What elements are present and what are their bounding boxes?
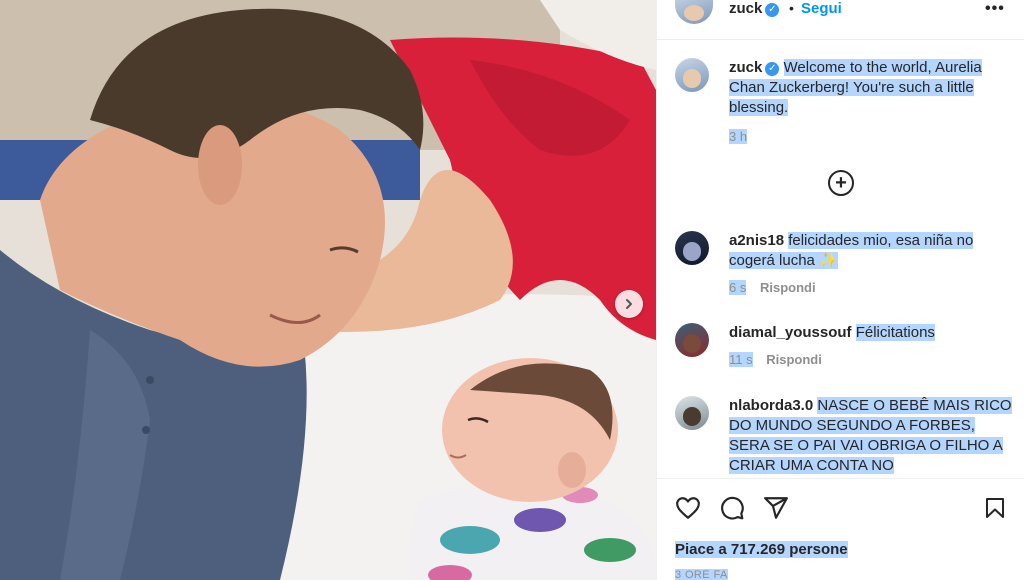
like-button[interactable] (675, 495, 701, 526)
share-button[interactable] (763, 495, 789, 526)
comment-username[interactable]: diamal_youssouf (729, 324, 852, 341)
caption-body: zuck ✓ Welcome to the world, Aurelia Chan… (729, 58, 1015, 147)
verified-badge-icon: ✓ (765, 62, 780, 76)
likes-count-text[interactable]: Piace a 717.269 persone (675, 541, 848, 558)
comment-text: Félicitations (855, 324, 935, 341)
reply-button[interactable]: Rispondi (760, 280, 816, 295)
post-timestamp-text[interactable]: 3 ORE FA (675, 569, 728, 580)
post-timestamp[interactable]: 3 ORE FA (675, 569, 728, 580)
verified-badge-icon: ✓ (765, 3, 780, 17)
share-icon (764, 497, 788, 519)
follow-button[interactable]: Segui (801, 0, 842, 17)
comment-body: diamal_youssouf Félicitations 11 s Rispo… (729, 323, 1015, 370)
likes-count[interactable]: Piace a 717.269 persone (675, 541, 848, 558)
caption-username-text[interactable]: zuck (729, 59, 762, 76)
author-username[interactable]: zuck ✓ (729, 0, 780, 17)
load-more-comments-button[interactable]: + (828, 170, 854, 196)
bookmark-icon (986, 498, 1004, 518)
comment-avatar[interactable] (675, 231, 709, 265)
plus-icon: + (835, 172, 847, 194)
comment-button[interactable] (719, 495, 745, 526)
author-username-text[interactable]: zuck (729, 0, 762, 17)
post-side-panel: zuck ✓ • Segui ••• zuck ✓ Welcome to the w… (656, 0, 1024, 580)
chevron-right-icon (626, 299, 632, 309)
save-button[interactable] (983, 495, 1007, 526)
more-options-icon[interactable]: ••• (985, 0, 1005, 18)
next-photo-button[interactable] (615, 290, 643, 318)
caption-time[interactable]: 3 h (729, 129, 748, 144)
author-avatar[interactable] (675, 0, 713, 24)
comment-username[interactable]: a2nis18 (729, 232, 784, 249)
caption-meta: 3 h (729, 127, 1015, 147)
comment-time[interactable]: 6 s (729, 280, 747, 295)
comment-body: a2nis18 felicidades mio, esa niña no cog… (729, 231, 1015, 298)
caption-avatar[interactable] (675, 58, 709, 92)
comment-meta: 11 s Rispondi (729, 350, 1015, 370)
comment-time[interactable]: 11 s (729, 352, 753, 367)
header-separator: • (789, 0, 794, 16)
post-actions: Piace a 717.269 persone 3 ORE FA (657, 478, 1024, 580)
caption-username[interactable]: zuck ✓ (729, 59, 780, 76)
photo-illustration (0, 0, 656, 580)
comment-meta: 6 s Rispondi (729, 278, 1015, 298)
comment-avatar[interactable] (675, 323, 709, 357)
comment-avatar[interactable] (675, 396, 709, 430)
reply-button[interactable]: Rispondi (766, 352, 822, 367)
post-photo[interactable] (0, 0, 656, 580)
comment-body: nlaborda3.0 NASCE O BEBÊ MAIS RICO DO MU… (729, 396, 1015, 476)
post-header: zuck ✓ • Segui ••• (657, 0, 1024, 40)
heart-icon (676, 497, 700, 519)
comment-icon (721, 496, 744, 520)
comment-username[interactable]: nlaborda3.0 (729, 397, 813, 414)
